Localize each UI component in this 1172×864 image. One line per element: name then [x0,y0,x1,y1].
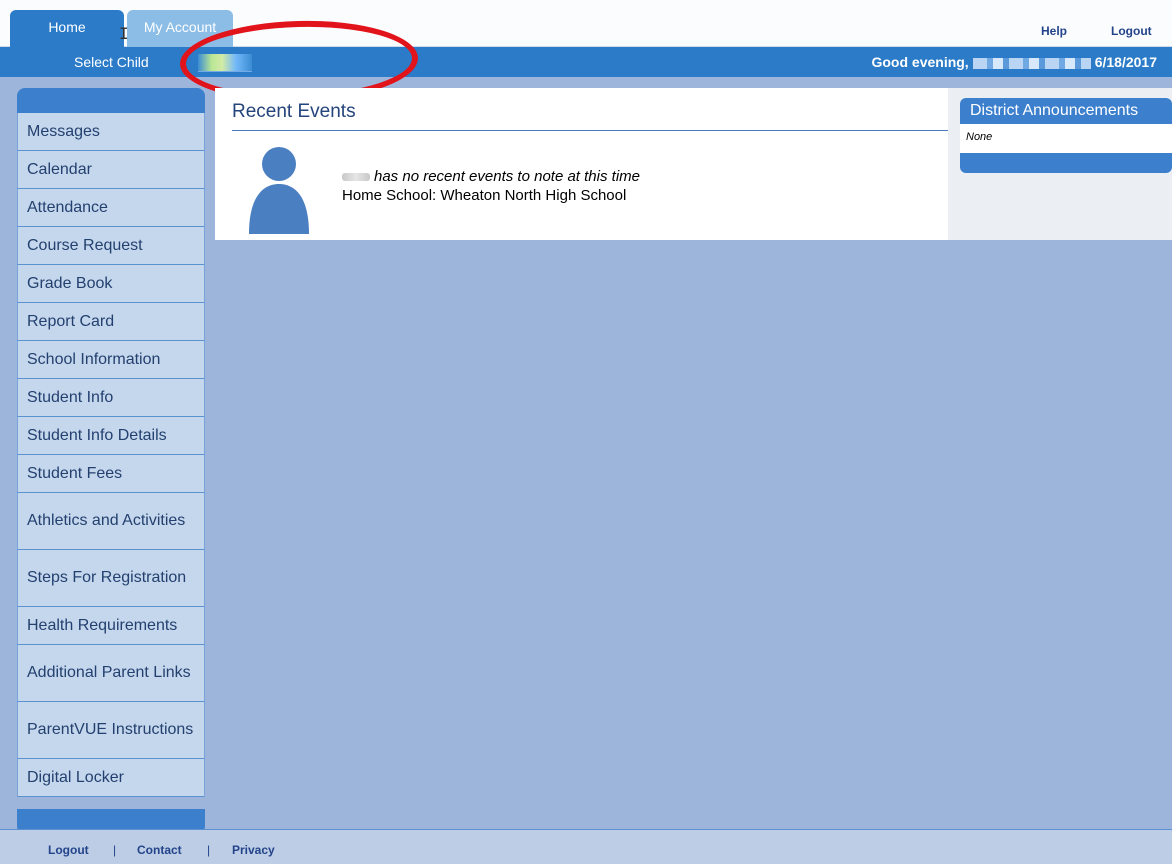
tab-home[interactable]: Home [10,10,124,47]
announcements-title: District Announcements [960,98,1172,124]
sidebar-item-digital-locker[interactable]: Digital Locker [17,759,205,797]
current-date: 6/18/2017 [1094,54,1157,70]
logout-link[interactable]: Logout [1111,24,1152,38]
sidebar-item-school-information[interactable]: School Information [17,341,205,379]
sidebar-item-athletics[interactable]: Athletics and Activities [17,493,205,550]
sidebar-item-student-info-details[interactable]: Student Info Details [17,417,205,455]
sidebar-item-report-card[interactable]: Report Card [17,303,205,341]
header-bar: Select Child Good evening, 6/18/2017 [0,47,1172,77]
recent-events-panel: Recent Events has no recent events to no… [215,88,948,240]
sidebar-item-steps-for-registration[interactable]: Steps For Registration [17,550,205,607]
home-school: Home School: Wheaton North High School [342,187,627,204]
sidebar-item-course-request[interactable]: Course Request [17,227,205,265]
sidebar-item-additional-parent-links[interactable]: Additional Parent Links [17,645,205,702]
avatar-icon [249,147,309,234]
footer-separator: | [207,843,211,857]
footer: Logout | Contact | Privacy [0,829,1172,864]
sidebar-item-calendar[interactable]: Calendar [17,151,205,189]
footer-logout-link[interactable]: Logout [48,843,89,857]
sidebar-item-health-requirements[interactable]: Health Requirements [17,607,205,645]
student-name-redacted [342,173,370,182]
footer-separator: | [113,843,117,857]
announcements-box: District Announcements None [960,98,1172,173]
text-cursor-icon: I [119,24,129,43]
sidebar-top-cap [17,88,205,113]
page-title: Recent Events [232,101,356,122]
footer-privacy-link[interactable]: Privacy [232,843,275,857]
sidebar-item-messages[interactable]: Messages [17,113,205,151]
event-text: has no recent events to note at this tim… [374,168,640,185]
sidebar-item-parentvue-instructions[interactable]: ParentVUE Instructions [17,702,205,759]
sidebar-item-student-fees[interactable]: Student Fees [17,455,205,493]
user-name-redacted [972,57,1091,69]
footer-contact-link[interactable]: Contact [137,843,182,857]
announcements-footer [960,153,1172,173]
sidebar-item-student-info[interactable]: Student Info [17,379,205,417]
recent-events-message: has no recent events to note at this tim… [342,168,640,185]
top-strip: Home My Account Help Logout [0,0,1172,47]
announcements-body: None [966,131,993,143]
sidebar-nav: Messages Calendar Attendance Course Requ… [17,88,205,834]
announcements-panel: District Announcements None [948,88,1172,240]
greeting-prefix: Good evening, [871,54,969,70]
help-link[interactable]: Help [1041,24,1067,38]
greeting: Good evening, 6/18/2017 [871,54,1157,70]
heading-divider [232,130,948,131]
sidebar-item-grade-book[interactable]: Grade Book [17,265,205,303]
select-child-label[interactable]: Select Child [74,54,149,70]
sidebar-item-attendance[interactable]: Attendance [17,189,205,227]
